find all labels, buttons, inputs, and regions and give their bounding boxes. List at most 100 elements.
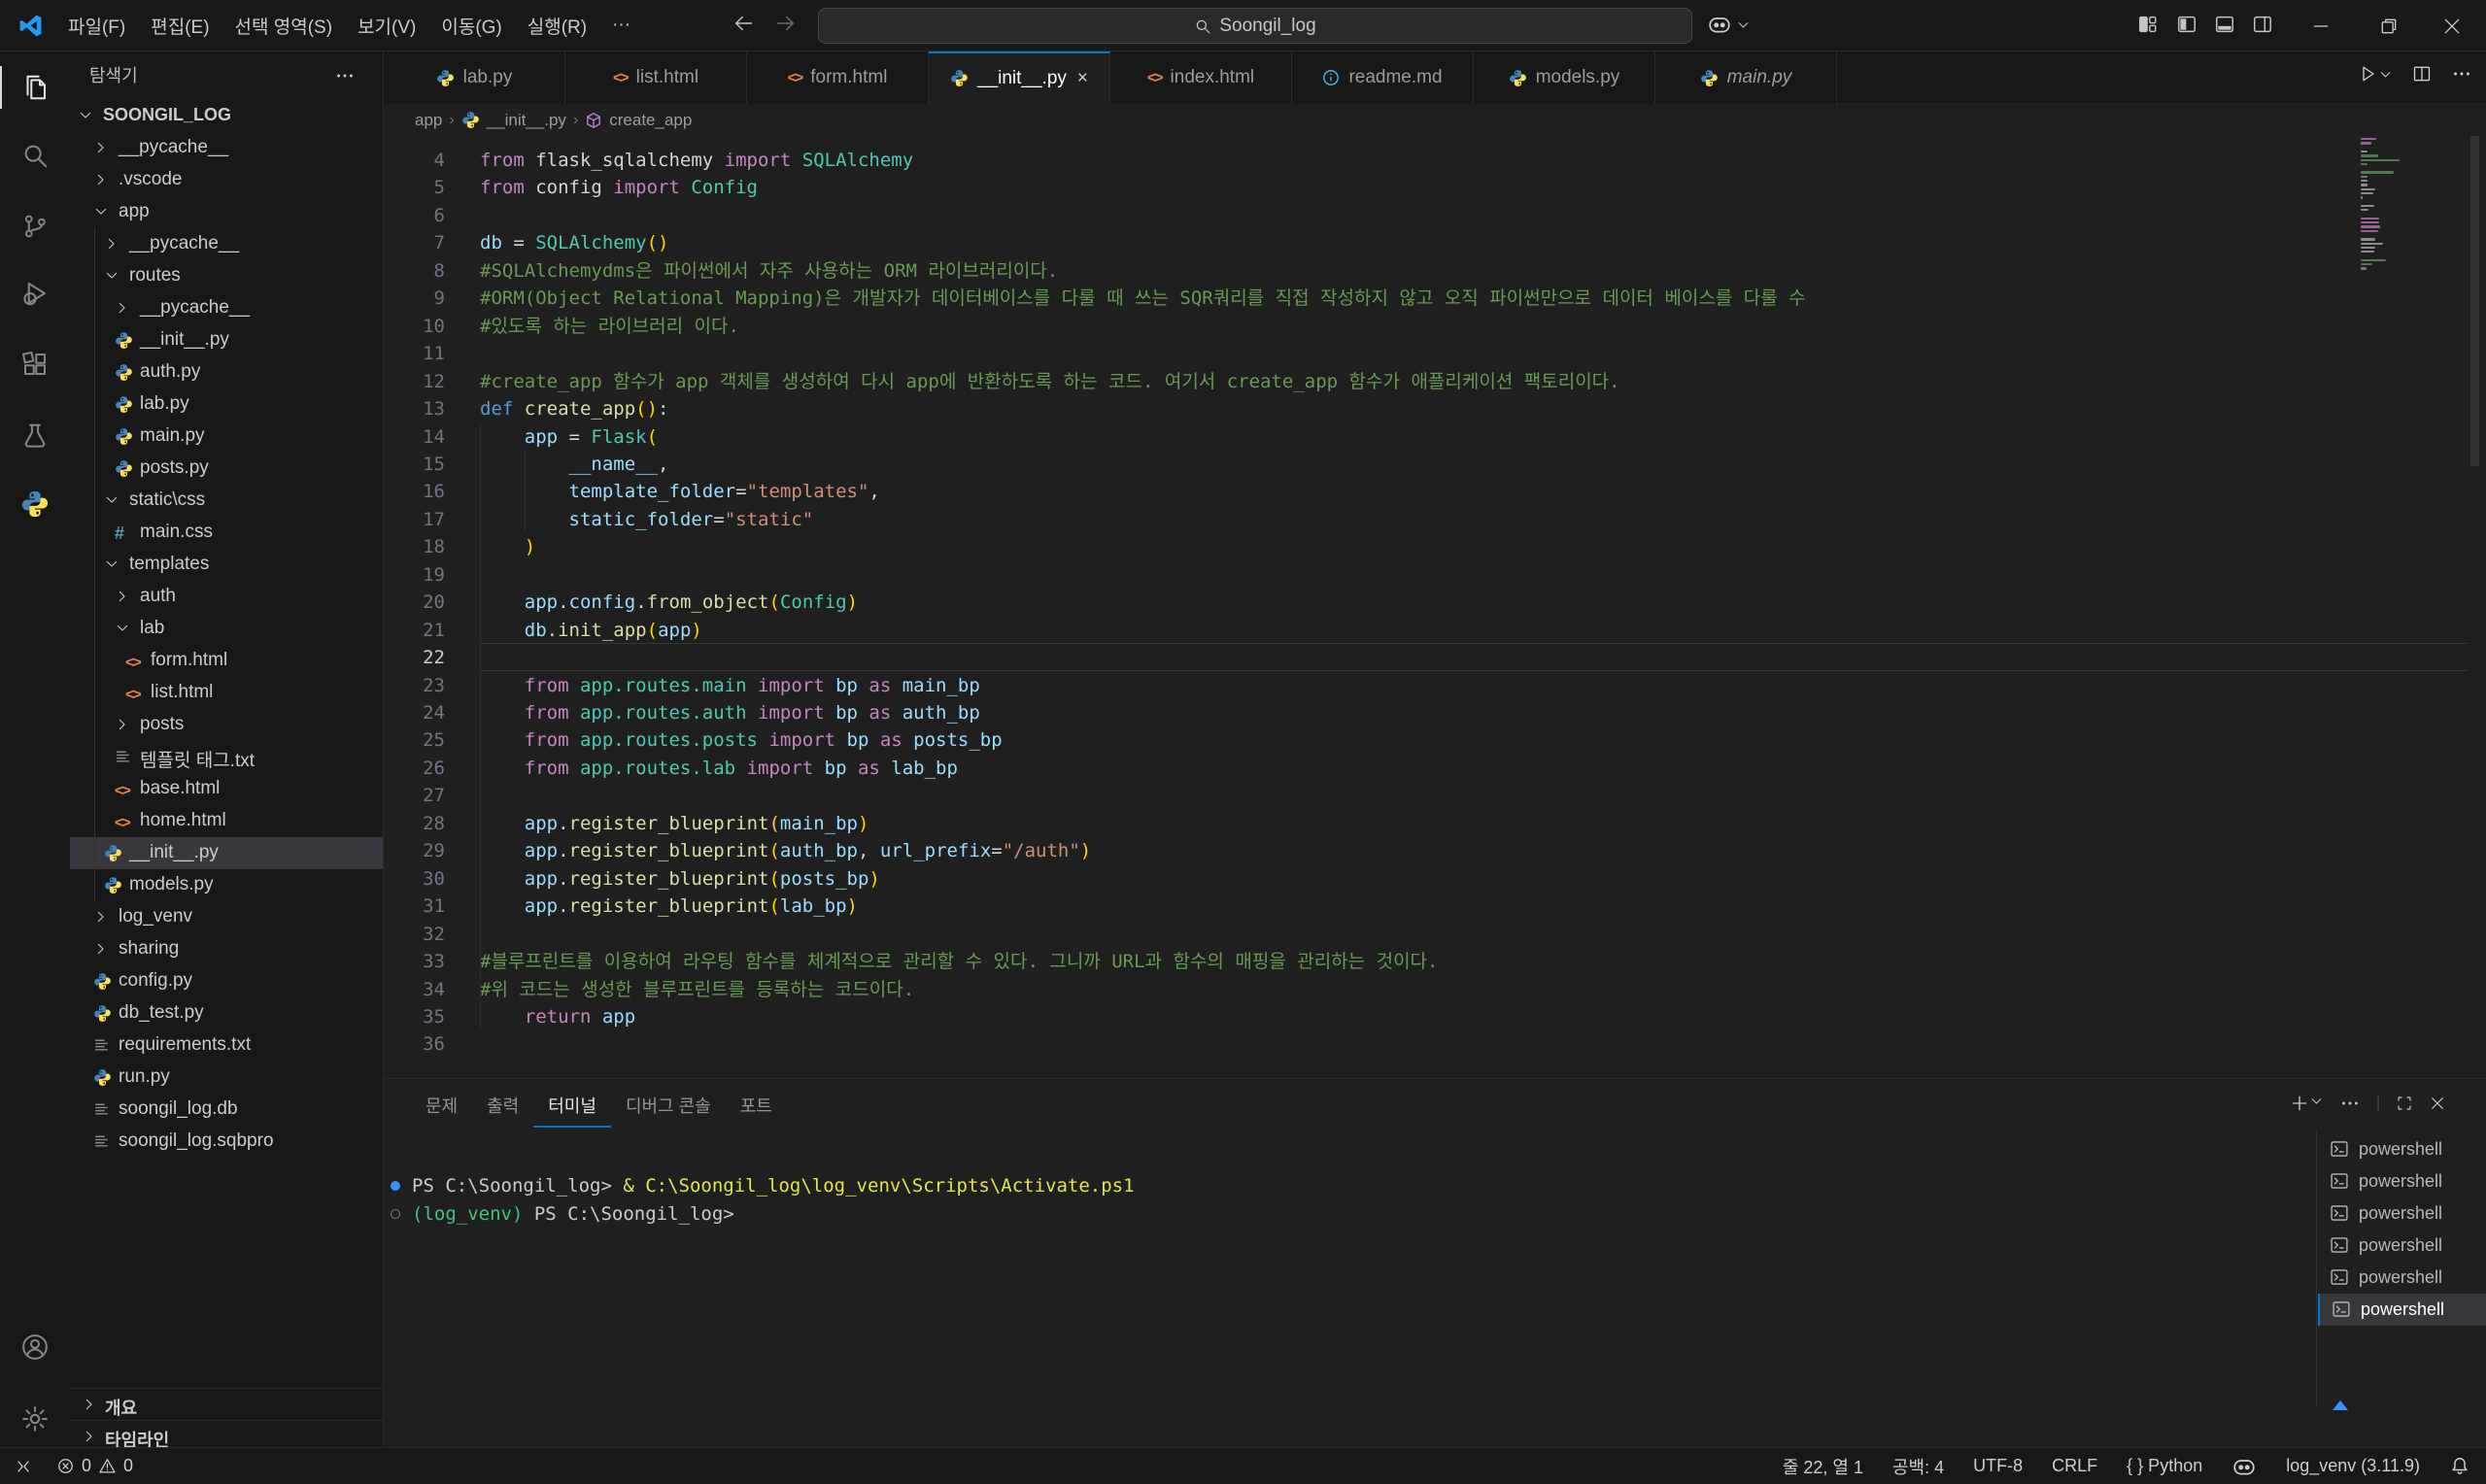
tree-item-form.html[interactable]: <>form.html: [70, 645, 384, 677]
command-center-search[interactable]: Soongil_log: [818, 8, 1692, 44]
status-notifications[interactable]: [2449, 1456, 2470, 1477]
code-line-13[interactable]: def create_app():: [480, 395, 669, 422]
tab-form.html[interactable]: <>form.html: [747, 51, 929, 104]
code-line-18[interactable]: ): [480, 533, 535, 560]
code-line-15[interactable]: __name__,: [480, 451, 668, 478]
tree-item-posts.py[interactable]: posts.py: [70, 453, 384, 485]
tree-item-__pycache__[interactable]: __pycache__: [70, 228, 384, 260]
tree-item-__pycache__[interactable]: __pycache__: [70, 292, 384, 324]
tree-item-posts[interactable]: posts: [70, 709, 384, 741]
breadcrumb-item-create_app[interactable]: create_app: [609, 111, 692, 130]
tree-item-__init__.py[interactable]: __init__.py: [70, 837, 384, 869]
forward-arrow-icon[interactable]: [774, 13, 796, 34]
terminal-tab-powershell-5[interactable]: powershell: [2318, 1262, 2486, 1294]
toggle-panel-icon[interactable]: [2214, 14, 2235, 35]
tab-main.py[interactable]: main.py: [1655, 51, 1837, 104]
tab-models.py[interactable]: models.py: [1474, 51, 1655, 104]
tree-item-sharing[interactable]: sharing: [70, 933, 384, 965]
status-encoding[interactable]: UTF-8: [1973, 1456, 2023, 1476]
source-control-icon[interactable]: [20, 212, 50, 241]
code-line-34[interactable]: #위 코드는 생성한 블루프린트를 등록하는 코드이다.: [480, 976, 914, 1003]
tree-item-auth.py[interactable]: auth.py: [70, 356, 384, 388]
settings-icon[interactable]: [20, 1404, 50, 1433]
menu-보기V[interactable]: 보기(V): [345, 0, 428, 51]
breadcrumb-item-app[interactable]: app: [415, 111, 442, 130]
tree-item-db_test.py[interactable]: db_test.py: [70, 997, 384, 1029]
code-line-30[interactable]: app.register_blueprint(posts_bp): [480, 865, 880, 893]
code-line-20[interactable]: app.config.from_object(Config): [480, 589, 858, 616]
panel-tab-디버그 콘솔[interactable]: 디버그 콘솔: [611, 1085, 726, 1128]
tab-list.html[interactable]: <>list.html: [565, 51, 747, 104]
back-arrow-icon[interactable]: [733, 13, 755, 34]
status-indentation[interactable]: 공백: 4: [1892, 1454, 1944, 1479]
code-line-25[interactable]: from app.routes.posts import bp as posts…: [480, 726, 1003, 754]
status-python-interpreter[interactable]: log_venv (3.11.9): [2286, 1456, 2420, 1476]
terminal-tab-powershell-6[interactable]: powershell: [2318, 1294, 2486, 1326]
new-terminal-icon[interactable]: [2290, 1094, 2324, 1113]
panel-tab-포트[interactable]: 포트: [726, 1085, 787, 1128]
tab-readme.md[interactable]: readme.md: [1292, 51, 1474, 104]
code-line-17[interactable]: static_folder="static": [480, 506, 813, 533]
tree-item-config.py[interactable]: config.py: [70, 965, 384, 997]
menu-[interactable]: ···: [599, 0, 643, 51]
tree-item-lab[interactable]: lab: [70, 613, 384, 645]
run-debug-icon[interactable]: [20, 279, 50, 308]
section-타임라인[interactable]: 타임라인: [70, 1420, 384, 1447]
close-panel-icon[interactable]: [2429, 1095, 2446, 1112]
tree-item-requirements.txt[interactable]: requirements.txt: [70, 1029, 384, 1062]
tree-item-models.py[interactable]: models.py: [70, 869, 384, 901]
status-eol[interactable]: CRLF: [2052, 1456, 2097, 1476]
tree-item-__init__.py[interactable]: __init__.py: [70, 324, 384, 356]
toggle-sidebar-icon[interactable]: [2176, 14, 2197, 35]
tree-item-list.html[interactable]: <>list.html: [70, 677, 384, 709]
minimize-button[interactable]: [2299, 0, 2343, 51]
status-cursor-position[interactable]: 줄 22, 열 1: [1783, 1454, 1863, 1479]
run-python-file-button[interactable]: [2359, 64, 2393, 84]
status-language-mode[interactable]: { } Python: [2127, 1456, 2202, 1476]
explorer-icon[interactable]: [20, 73, 50, 102]
extensions-icon[interactable]: [20, 350, 50, 379]
menu-이동G[interactable]: 이동(G): [428, 0, 514, 51]
restore-button[interactable]: [2367, 0, 2411, 51]
tree-item-routes[interactable]: routes: [70, 260, 384, 292]
copilot-button[interactable]: [1707, 12, 1751, 37]
tree-item-log_venv[interactable]: log_venv: [70, 901, 384, 933]
menu-선택영역S[interactable]: 선택 영역(S): [222, 0, 346, 51]
tree-item-main.css[interactable]: #main.css: [70, 517, 384, 549]
tree-item-run.py[interactable]: run.py: [70, 1062, 384, 1094]
testing-icon[interactable]: [20, 422, 50, 451]
tree-item-.vscode[interactable]: .vscode: [70, 164, 384, 196]
code-line-35[interactable]: return app: [480, 1003, 635, 1030]
tree-item-soongil_log.sqbpro[interactable]: soongil_log.sqbpro: [70, 1126, 384, 1158]
code-line-33[interactable]: #블루프린트를 이용하여 라우팅 함수를 체계적으로 관리할 수 있다. 그니까…: [480, 948, 1438, 975]
code-line-14[interactable]: app = Flask(: [480, 423, 658, 451]
code-line-4[interactable]: from flask_sqlalchemy import SQLAlchemy: [480, 147, 913, 174]
code-line-31[interactable]: app.register_blueprint(lab_bp): [480, 893, 858, 920]
tab-__init__.py[interactable]: __init__.py×: [929, 51, 1110, 104]
code-line-10[interactable]: #있도록 하는 라이브러리 이다.: [480, 313, 739, 340]
terminal-tab-powershell-1[interactable]: powershell: [2318, 1133, 2486, 1165]
close-tab-icon[interactable]: ×: [1077, 68, 1088, 89]
customize-layout-icon[interactable]: [2137, 14, 2159, 35]
tab-index.html[interactable]: <>index.html: [1110, 51, 1292, 104]
menu-파일F[interactable]: 파일(F): [55, 0, 138, 51]
tree-item-static\css[interactable]: static\css: [70, 485, 384, 517]
tree-item-templates[interactable]: templates: [70, 549, 384, 581]
panel-tab-문제[interactable]: 문제: [411, 1085, 472, 1128]
code-line-16[interactable]: template_folder="templates",: [480, 478, 880, 505]
python-icon[interactable]: [20, 489, 50, 519]
panel-tab-터미널[interactable]: 터미널: [533, 1085, 611, 1128]
tree-item-lab.py[interactable]: lab.py: [70, 388, 384, 421]
search-icon[interactable]: [20, 141, 50, 170]
tab-lab.py[interactable]: lab.py: [384, 51, 565, 104]
terminal-tab-powershell-2[interactable]: powershell: [2318, 1165, 2486, 1197]
tree-item-__pycache__[interactable]: __pycache__: [70, 132, 384, 164]
maximize-panel-icon[interactable]: [2396, 1095, 2413, 1112]
terminal-line[interactable]: (log_venv) PS C:\Soongil_log>: [412, 1200, 734, 1229]
tree-item-템플릿 태그.txt[interactable]: 템플릿 태그.txt: [70, 741, 384, 773]
status-copilot[interactable]: [2231, 1454, 2257, 1479]
terminal-tab-powershell-3[interactable]: powershell: [2318, 1197, 2486, 1230]
terminal-tab-powershell-4[interactable]: powershell: [2318, 1230, 2486, 1262]
account-icon[interactable]: [20, 1332, 50, 1362]
tree-item-SOONGIL_LOG[interactable]: SOONGIL_LOG: [70, 100, 384, 132]
